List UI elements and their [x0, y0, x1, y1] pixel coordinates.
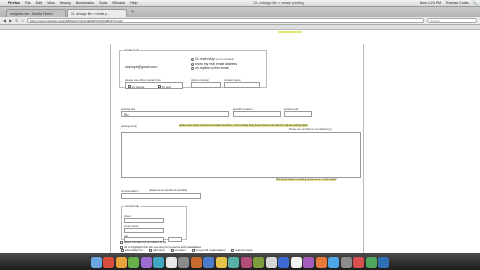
compensation-hint: (please be as specific as possible) [149, 189, 188, 192]
new-tab-icon[interactable]: + [128, 9, 137, 17]
street-map-fieldset: street/map street cross street city [121, 204, 187, 242]
url-bar[interactable]: https://post.craigslist.org/k/3l5j0mHuT4… [26, 17, 424, 24]
dock-app-icon[interactable] [165, 257, 177, 268]
menu-window[interactable]: Window [112, 1, 125, 5]
contact-methods: by phone by text [125, 82, 183, 89]
reply-options: CL mail relay (recommended) show my real… [191, 57, 237, 71]
menu-file[interactable]: File [25, 1, 31, 5]
page-content: contact info userxyz@gmail.com CL mail r… [0, 30, 480, 253]
dock-app-icon[interactable] [365, 257, 377, 268]
dock-app-icon[interactable] [290, 257, 302, 268]
dock [0, 253, 480, 270]
dock-app-icon[interactable] [240, 257, 252, 268]
dock-app-icon[interactable] [328, 257, 340, 268]
contact-info-fieldset: contact info userxyz@gmail.com CL mail r… [119, 48, 267, 89]
dock-app-icon[interactable] [128, 257, 140, 268]
posting-form: contact info userxyz@gmail.com CL mail r… [110, 44, 364, 253]
dock-app-icon[interactable] [178, 257, 190, 268]
dock-app-icon[interactable] [253, 257, 265, 268]
email-notice: please enter phone numbers as contact in… [179, 124, 308, 127]
reload-icon[interactable]: ↻ [15, 18, 18, 23]
radio-icon[interactable] [191, 62, 194, 66]
dock-app-icon[interactable] [203, 257, 215, 268]
street-map-legend: street/map [125, 204, 140, 208]
user-name[interactable]: Thomas Curtis [445, 1, 468, 5]
dock-app-icon[interactable] [378, 257, 390, 268]
checkbox-icon[interactable] [128, 85, 131, 89]
tab-create-posting[interactable]: CL chicago life > create p... [67, 9, 127, 17]
by-text-option[interactable]: by text [158, 85, 171, 89]
dock-app-icon[interactable] [303, 257, 315, 268]
spotlight-icon[interactable]: 🔍 [473, 1, 477, 5]
tab-bar: craigslist.com - Mozilla Firefox CL chic… [0, 7, 480, 17]
dock-app-icon[interactable] [265, 257, 277, 268]
checkbox-icon[interactable] [120, 240, 123, 244]
menu-view[interactable]: View [47, 1, 55, 5]
dock-app-icon[interactable] [228, 257, 240, 268]
menu-firefox[interactable]: Firefox [8, 1, 20, 5]
dock-app-icon[interactable] [90, 257, 102, 268]
dock-app-icon[interactable] [190, 257, 202, 268]
reply-option-no-replies[interactable]: no replies to this email [191, 66, 237, 70]
tab-craigslist[interactable]: craigslist.com - Mozilla Firefox [6, 9, 66, 17]
window-title: CL chicago life > create posting [253, 1, 304, 5]
html-notice: Please see our FAQ on our posting's (e) [289, 128, 332, 131]
dock-app-icon[interactable] [140, 257, 152, 268]
dock-app-icon[interactable] [315, 257, 327, 268]
checkbox-icon[interactable] [158, 85, 161, 89]
dock-app-icon[interactable] [115, 257, 127, 268]
forward-icon[interactable]: ▶ [9, 18, 12, 23]
menu-edit[interactable]: Edit [36, 1, 42, 5]
navigation-bar: ◀ ▶ ↻ ⌂ https://post.craigslist.org/k/3l… [0, 17, 480, 25]
contact-name-input[interactable] [224, 82, 260, 88]
menu-tools[interactable]: Tools [99, 1, 107, 5]
dock-app-icon[interactable] [340, 257, 352, 268]
notice-highlight [278, 31, 302, 33]
posting-body-label: posting body [121, 124, 137, 128]
search-box[interactable]: Google [427, 17, 477, 24]
postal-code-input[interactable] [284, 111, 312, 117]
email-address: userxyz@gmail.com [125, 65, 158, 69]
cross-street-input[interactable] [124, 228, 164, 233]
menu-history[interactable]: History [60, 1, 71, 5]
disability-option[interactable]: ok to highlight this job opening for per… [120, 245, 201, 250]
specific-location-input[interactable] [233, 111, 281, 117]
home-icon[interactable]: ⌂ [22, 18, 24, 23]
radio-icon[interactable] [191, 67, 194, 71]
checkbox-icon[interactable] [231, 248, 235, 252]
phone-number-input[interactable] [191, 82, 221, 88]
checkbox-icon[interactable] [120, 245, 123, 249]
menu-help[interactable]: Help [130, 1, 137, 5]
clock[interactable]: Mon 4:23 PM [420, 1, 441, 5]
dock-app-icon[interactable] [153, 257, 165, 268]
radio-icon[interactable] [191, 57, 194, 61]
by-phone-option[interactable]: by phone [128, 85, 144, 89]
street-input[interactable] [124, 218, 164, 223]
dock-app-icon[interactable] [103, 257, 115, 268]
dock-app-icon[interactable] [353, 257, 365, 268]
compensation-input[interactable] [121, 193, 201, 199]
dock-app-icon[interactable] [215, 257, 227, 268]
posting-title-input[interactable]: Ru [121, 111, 229, 117]
contact-info-legend: contact info [124, 48, 140, 52]
telecommute-option[interactable]: telecommute [231, 248, 253, 252]
posting-body-textarea[interactable] [121, 132, 361, 178]
back-icon[interactable]: ◀ [3, 18, 6, 23]
menu-bookmarks[interactable]: Bookmarks [76, 1, 94, 5]
extra-options: direct contact by recruiters is ok ok to… [120, 240, 201, 250]
dock-app-icon[interactable] [278, 257, 290, 268]
os-menubar: Firefox File Edit View History Bookmarks… [0, 0, 480, 7]
body-footer-hint: FAQ tag for beater on posting. please us… [276, 179, 337, 181]
